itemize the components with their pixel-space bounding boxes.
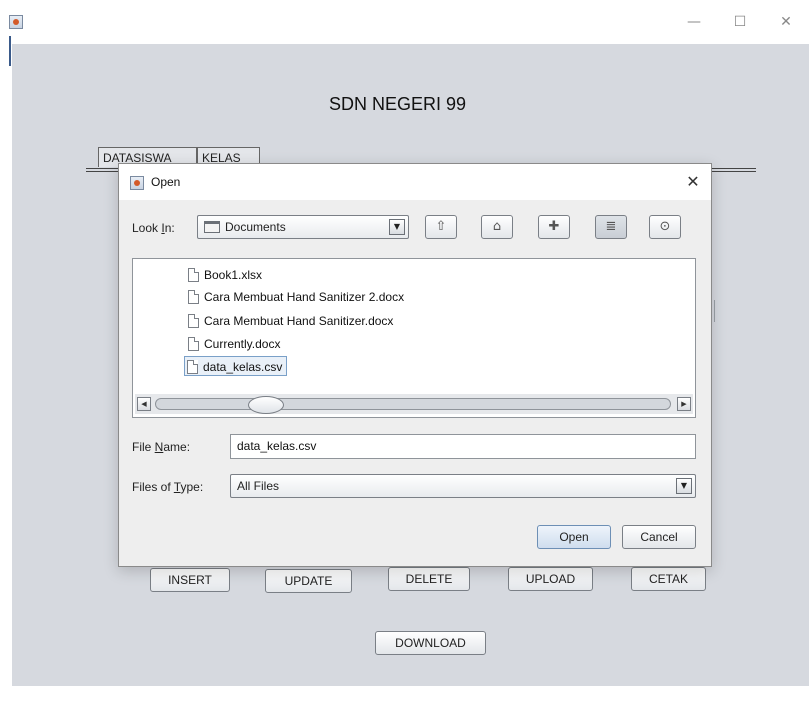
dialog-title: Open: [151, 175, 181, 189]
new-folder-button[interactable]: ✚: [538, 215, 570, 239]
folder-icon: [204, 221, 220, 233]
delete-button[interactable]: DELETE: [388, 567, 470, 591]
page-title: SDN NEGERI 99: [328, 94, 467, 114]
file-icon: [188, 290, 199, 304]
file-list[interactable]: Book1.xlsx Cara Membuat Hand Sanitizer 2…: [132, 258, 696, 418]
file-icon: [188, 337, 199, 351]
dialog-close-button[interactable]: ✕: [683, 172, 703, 192]
new-folder-icon: ✚: [548, 219, 560, 234]
list-item[interactable]: Cara Membuat Hand Sanitizer 2.docx: [186, 287, 408, 307]
home-button[interactable]: ⌂: [481, 215, 513, 239]
file-name-label: File Name:: [132, 440, 191, 454]
list-item-selected[interactable]: data_kelas.csv: [184, 356, 288, 376]
list-item[interactable]: Book1.xlsx: [186, 265, 266, 285]
home-icon: ⌂: [492, 219, 502, 234]
look-in-label: Look In:: [132, 221, 175, 235]
details-view-icon: ⊙: [659, 219, 671, 234]
tab-divider-right-2: [712, 171, 756, 172]
look-in-combo[interactable]: Documents ▼: [197, 215, 409, 239]
cetak-button[interactable]: CETAK: [631, 567, 706, 591]
horizontal-scrollbar[interactable]: ◀ ▶: [135, 394, 693, 414]
download-button[interactable]: DOWNLOAD: [375, 631, 486, 655]
upload-button[interactable]: UPLOAD: [508, 567, 593, 591]
insert-button[interactable]: INSERT: [150, 568, 230, 592]
scroll-left-icon[interactable]: ◀: [137, 397, 151, 411]
java-dialog-icon: [130, 176, 144, 190]
focus-edge: [9, 36, 11, 66]
minimize-button[interactable]: —: [671, 10, 717, 34]
file-icon: [188, 268, 199, 282]
chevron-down-icon[interactable]: ▼: [389, 219, 405, 235]
up-folder-button[interactable]: ⇧: [425, 215, 457, 239]
maximize-button[interactable]: ☐: [717, 10, 763, 34]
file-name-input[interactable]: data_kelas.csv: [230, 434, 696, 459]
scroll-track[interactable]: [155, 396, 671, 414]
look-in-value: Documents: [225, 220, 286, 234]
list-view-icon: ≣: [605, 219, 617, 234]
update-button[interactable]: UPDATE: [265, 569, 352, 593]
details-view-button[interactable]: ⊙: [649, 215, 681, 239]
list-item[interactable]: Currently.docx: [186, 334, 284, 354]
tab-divider-left: [86, 168, 120, 169]
list-item[interactable]: Cara Membuat Hand Sanitizer.docx: [186, 311, 397, 331]
files-of-type-value: All Files: [237, 479, 280, 493]
dialog-titlebar: Open ✕: [119, 164, 711, 200]
file-icon: [188, 314, 199, 328]
java-app-icon: [9, 15, 23, 29]
open-button[interactable]: Open: [537, 525, 611, 549]
cancel-button[interactable]: Cancel: [622, 525, 696, 549]
list-view-button[interactable]: ≣: [595, 215, 627, 239]
scroll-thumb[interactable]: [248, 396, 284, 414]
chevron-down-icon[interactable]: ▼: [676, 478, 692, 494]
tab-divider-left-2: [86, 171, 120, 172]
file-icon: [187, 360, 198, 374]
up-folder-icon: ⇧: [435, 219, 447, 234]
window-close-button[interactable]: ✕: [763, 10, 809, 34]
files-of-type-label: Files of Type:: [132, 480, 204, 494]
panel-edge: [714, 300, 715, 322]
tab-divider-right: [712, 168, 756, 169]
files-of-type-combo[interactable]: All Files ▼: [230, 474, 696, 498]
window-titlebar: — ☐ ✕: [0, 0, 809, 44]
scroll-right-icon[interactable]: ▶: [677, 397, 691, 411]
